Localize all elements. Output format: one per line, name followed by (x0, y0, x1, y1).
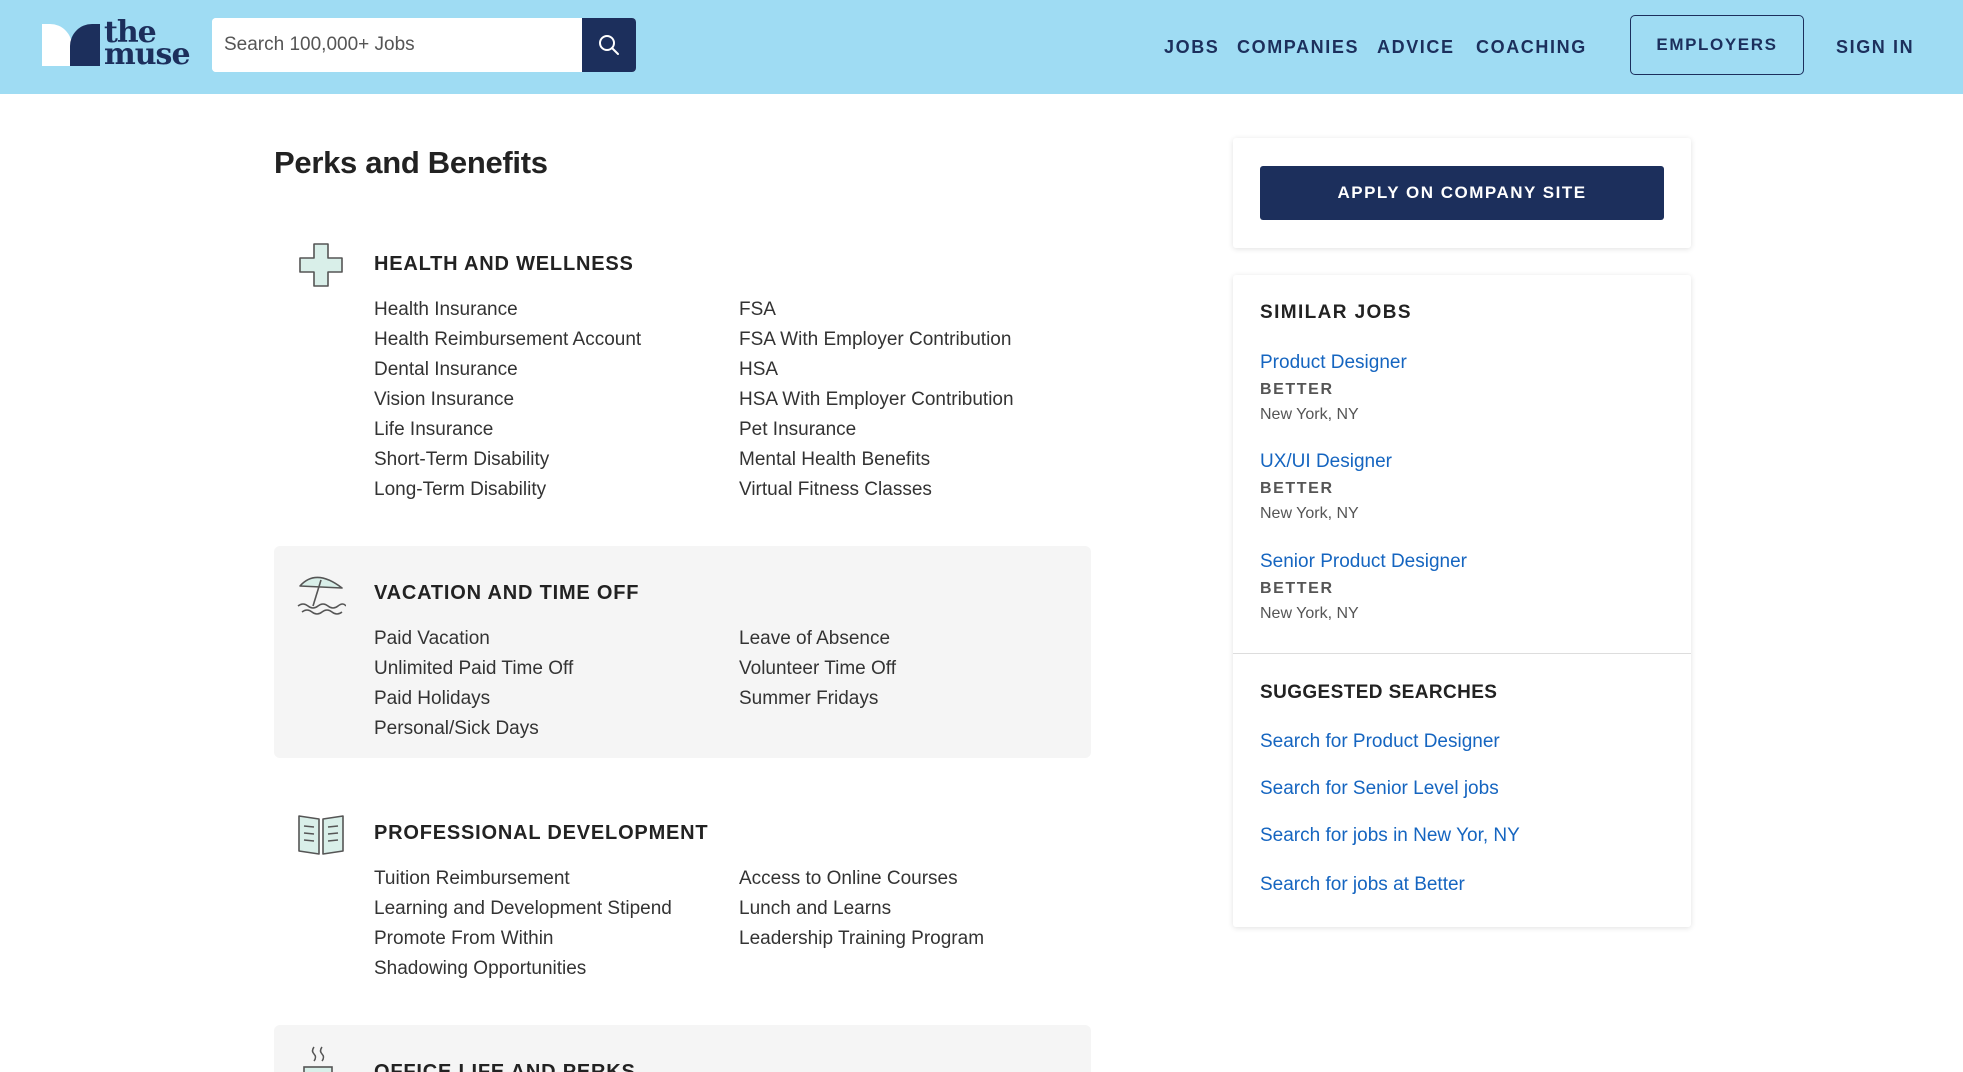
similar-job-title-link[interactable]: Senior Product Designer (1260, 551, 1467, 573)
perk-item: HSA (739, 359, 779, 380)
perk-list-left: Health Insurance Health Reimbursement Ac… (374, 295, 641, 505)
suggested-searches-heading: SUGGESTED SEARCHES (1260, 682, 1498, 703)
perk-item: HSA With Employer Contribution (739, 389, 1014, 410)
perk-item: Leadership Training Program (739, 928, 985, 949)
perk-item: FSA With Employer Contribution (739, 329, 1012, 350)
perk-list-right: FSA FSA With Employer Contribution HSA H… (739, 295, 1014, 505)
nav-signin-wrap: SIGN IN (1836, 0, 1914, 94)
similar-job-company: BETTER (1260, 480, 1334, 497)
perk-item: Dental Insurance (374, 359, 518, 380)
perk-item: Virtual Fitness Classes (739, 479, 932, 500)
similar-jobs-heading: SIMILAR JOBS (1260, 302, 1412, 323)
sign-in-link[interactable]: SIGN IN (1836, 37, 1914, 58)
similar-job-company: BETTER (1260, 580, 1334, 597)
logo-text-muse: muse (104, 37, 191, 72)
similar-job-item: Product Designer BETTER New York, NY (1260, 352, 1407, 424)
suggested-search-link[interactable]: Search for jobs at Better (1260, 874, 1465, 896)
search-icon (599, 35, 619, 55)
perk-item: FSA (739, 299, 776, 320)
perk-item: Life Insurance (374, 419, 494, 440)
top-navbar: the muse JOBS COMPANIES ADVICE COACHING … (0, 0, 1963, 94)
similar-job-title-link[interactable]: Product Designer (1260, 352, 1407, 374)
similar-job-company: BETTER (1260, 381, 1334, 398)
the-muse-logo[interactable]: the muse (42, 18, 192, 72)
perk-list-right: Access to Online Courses Lunch and Learn… (739, 864, 984, 954)
coffee-cup-icon (303, 1046, 333, 1072)
nav-coaching-wrap: COACHING (1476, 0, 1587, 94)
suggested-search-link[interactable]: Search for Senior Level jobs (1260, 778, 1499, 800)
search-button[interactable] (582, 18, 636, 72)
search-input[interactable] (212, 18, 582, 72)
perk-list-left: Paid Vacation Unlimited Paid Time Off Pa… (374, 624, 573, 744)
job-search-box (212, 18, 636, 72)
similar-job-title-link[interactable]: UX/UI Designer (1260, 451, 1392, 473)
perk-item: Unlimited Paid Time Off (374, 658, 574, 679)
beach-umbrella-icon (297, 576, 346, 615)
nav-jobs-wrap: JOBS (1164, 0, 1219, 94)
perk-item: Short-Term Disability (374, 449, 550, 470)
logo-mark-dark (70, 24, 100, 66)
perk-item: Shadowing Opportunities (374, 958, 587, 979)
perk-item: Paid Holidays (374, 688, 491, 709)
perk-section-professional-development: PROFESSIONAL DEVELOPMENT Tuition Reimbur… (274, 790, 1091, 990)
perk-item: Long-Term Disability (374, 479, 547, 500)
similar-jobs-card: SIMILAR JOBS Product Designer BETTER New… (1233, 275, 1691, 927)
perk-section-office-life: OFFICE LIFE AND PERKS (274, 1025, 1091, 1072)
perk-heading: VACATION AND TIME OFF (374, 582, 640, 604)
nav-jobs-link[interactable]: JOBS (1164, 37, 1219, 58)
apply-card: APPLY ON COMPANY SITE (1233, 138, 1691, 248)
open-book-icon (298, 815, 344, 855)
logo-mark-light (42, 24, 72, 66)
apply-on-company-site-button[interactable]: APPLY ON COMPANY SITE (1260, 166, 1664, 220)
nav-advice-link[interactable]: ADVICE (1377, 37, 1455, 58)
perk-item: Health Reimbursement Account (374, 329, 642, 350)
nav-companies-wrap: COMPANIES (1237, 0, 1359, 94)
similar-job-item: UX/UI Designer BETTER New York, NY (1260, 451, 1392, 523)
perk-item: Personal/Sick Days (374, 718, 539, 739)
sidebar-divider (1233, 653, 1691, 654)
nav-coaching-link[interactable]: COACHING (1476, 37, 1587, 58)
health-cross-icon (299, 243, 343, 287)
perk-list-right: Leave of Absence Volunteer Time Off Summ… (739, 624, 896, 714)
perk-section-health: HEALTH AND WELLNESS Health Insurance Hea… (274, 225, 1091, 515)
perk-item: Promote From Within (374, 928, 554, 949)
suggested-search-link[interactable]: Search for jobs in New Yor, NY (1260, 825, 1520, 847)
perk-item: Pet Insurance (739, 419, 857, 440)
perk-item: Lunch and Learns (739, 898, 892, 919)
perk-item: Vision Insurance (374, 389, 515, 410)
similar-job-location: New York, NY (1260, 406, 1359, 423)
perk-heading: HEALTH AND WELLNESS (374, 253, 634, 275)
perk-item: Summer Fridays (739, 688, 879, 709)
perk-item: Volunteer Time Off (739, 658, 897, 679)
perk-section-vacation: VACATION AND TIME OFF Paid Vacation Unli… (274, 546, 1091, 758)
perk-item: Paid Vacation (374, 628, 490, 649)
perk-item: Mental Health Benefits (739, 449, 931, 470)
similar-job-item: Senior Product Designer BETTER New York,… (1260, 551, 1467, 623)
nav-advice-wrap: ADVICE (1377, 0, 1455, 94)
similar-job-location: New York, NY (1260, 605, 1359, 622)
suggested-search-link[interactable]: Search for Product Designer (1260, 731, 1500, 753)
nav-companies-link[interactable]: COMPANIES (1237, 37, 1359, 58)
perk-item: Learning and Development Stipend (374, 898, 672, 919)
perk-item: Tuition Reimbursement (374, 868, 570, 889)
perk-item: Health Insurance (374, 299, 518, 320)
perk-heading: OFFICE LIFE AND PERKS (374, 1061, 636, 1072)
employers-button[interactable]: EMPLOYERS (1630, 15, 1804, 75)
perk-item: Access to Online Courses (739, 868, 958, 889)
perk-list-left: Tuition Reimbursement Learning and Devel… (374, 864, 672, 984)
perk-item: Leave of Absence (739, 628, 891, 649)
perk-heading: PROFESSIONAL DEVELOPMENT (374, 822, 709, 844)
page-title: Perks and Benefits (274, 145, 548, 180)
similar-job-location: New York, NY (1260, 505, 1359, 522)
